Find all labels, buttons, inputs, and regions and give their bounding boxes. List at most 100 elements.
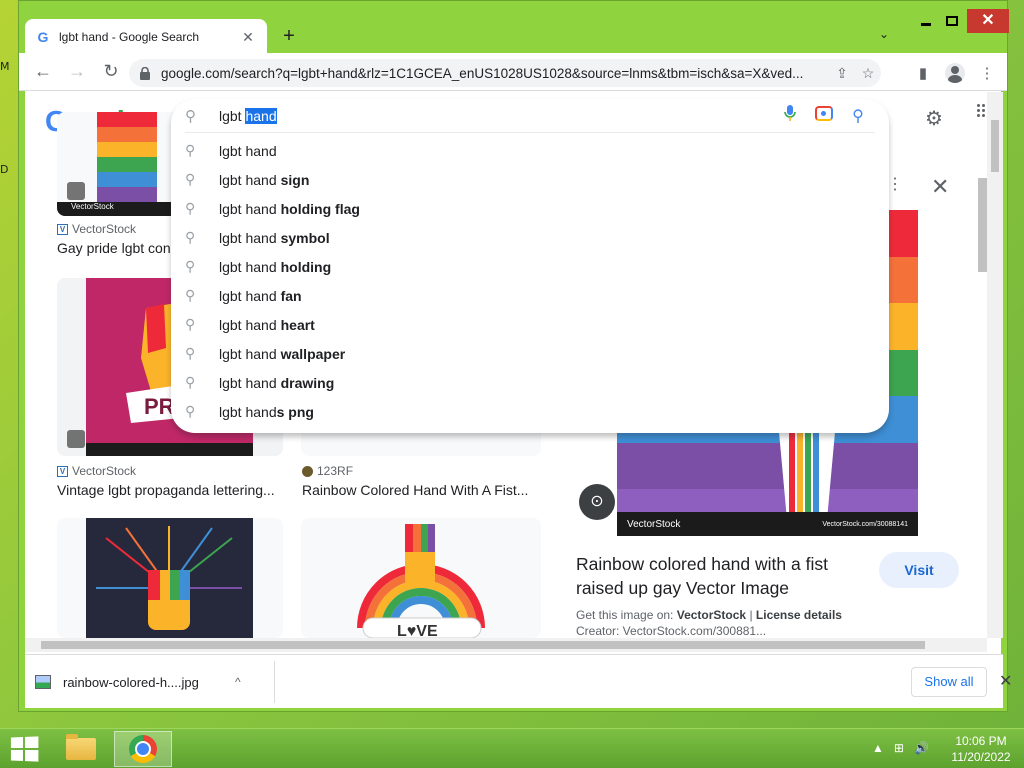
voice-search-mic-icon[interactable] — [773, 104, 807, 127]
result-thumbnail[interactable]: L♥VE — [301, 518, 541, 638]
lock-icon[interactable] — [139, 66, 151, 80]
settings-gear-icon[interactable]: ⚙ — [925, 106, 943, 131]
browser-menu-icon[interactable]: ⋮ — [973, 59, 1001, 87]
image-badge-icon — [67, 182, 85, 200]
result-title[interactable]: Rainbow Colored Hand With A Fist... — [302, 482, 534, 498]
preview-title[interactable]: Rainbow colored hand with a fist raised … — [576, 552, 856, 600]
result-source[interactable]: V VectorStock — [57, 222, 136, 236]
download-item[interactable]: rainbow-colored-h....jpg ^ — [35, 663, 255, 701]
google-lens-camera-icon[interactable] — [807, 106, 841, 125]
clock-date: 11/20/2022 — [951, 750, 1011, 764]
desktop-icon-label: M — [0, 60, 10, 73]
suggestion-item[interactable]: ⚲ lgbt hand wallpaper — [171, 339, 889, 368]
result-title[interactable]: Gay pride lgbt con — [57, 240, 173, 256]
tab-search-chevron-icon[interactable]: ⌄ — [879, 27, 889, 41]
search-input[interactable]: lgbt hand — [219, 107, 773, 124]
get-image-line: Get this image on: VectorStock | License… — [576, 608, 842, 622]
search-icon: ⚲ — [185, 316, 196, 332]
new-tab-button[interactable]: + — [277, 25, 301, 48]
minimize-button[interactable] — [917, 13, 937, 33]
license-details-link[interactable]: License details — [756, 608, 842, 622]
suggestion-base: lgbt hand — [219, 287, 277, 304]
close-preview-icon[interactable]: ✕ — [931, 174, 949, 200]
volume-icon[interactable]: 🔊 — [914, 741, 929, 755]
visit-button[interactable]: Visit — [879, 552, 959, 588]
suggestion-list: ⚲ lgbt hand ⚲ lgbt hand sign ⚲ lgbt hand hold… — [171, 133, 889, 426]
suggestion-item[interactable]: ⚲ lgbt hand sign — [171, 165, 889, 194]
chevron-up-icon[interactable]: ^ — [235, 675, 255, 689]
profile-button[interactable] — [941, 59, 969, 87]
image-badge-icon — [67, 430, 85, 448]
search-icon: ⚲ — [185, 287, 196, 303]
get-image-source[interactable]: VectorStock — [677, 608, 746, 622]
chrome-taskbar-button[interactable] — [114, 731, 172, 767]
suggestion-base: lgbt hand — [219, 200, 277, 217]
preview-watermark-strip: VectorStock VectorStock.com/30088141 — [617, 512, 918, 536]
suggestion-item[interactable]: ⚲ lgbt hand holding flag — [171, 194, 889, 223]
suggestion-item[interactable]: ⚲ lgbt hand — [171, 136, 889, 165]
fist-burst-illustration — [96, 526, 242, 630]
page-horizontal-scrollbar[interactable] — [25, 638, 987, 652]
search-suggestions-dropdown: ⚲ lgbt hand ⚲ ⚲ lgbt hand ⚲ lgbt hand sign … — [171, 99, 889, 433]
result-source-name: VectorStock — [72, 222, 137, 236]
result-source-name: 123RF — [317, 464, 354, 478]
result-source[interactable]: V VectorStock — [57, 464, 136, 478]
page-scrollbar-thumb[interactable] — [991, 120, 999, 172]
suggestion-item[interactable]: ⚲ lgbt hand fan — [171, 281, 889, 310]
horizontal-scrollbar-thumb[interactable] — [41, 641, 925, 649]
maximize-button[interactable] — [943, 13, 963, 33]
fist-burst-image — [86, 518, 253, 638]
tab-google-search[interactable]: G lgbt hand - Google Search ✕ — [25, 19, 267, 55]
suggestion-item[interactable]: ⚲ lgbt hand heart — [171, 310, 889, 339]
title-bar: G lgbt hand - Google Search ✕ + ⌄ ✕ — [19, 1, 1009, 55]
close-downloads-icon[interactable]: ✕ — [999, 671, 1012, 691]
suggestion-completion: holding — [280, 258, 332, 275]
show-hidden-icons-icon[interactable]: ▲ — [872, 741, 884, 755]
result-title[interactable]: Vintage lgbt propaganda lettering... — [57, 482, 277, 498]
back-arrow-icon[interactable]: ← — [27, 56, 59, 88]
share-icon[interactable]: ⇪ — [829, 65, 855, 82]
love-rainbow-illustration: L♥VE — [357, 524, 485, 638]
bookmark-star-icon[interactable]: ☆ — [855, 65, 881, 82]
show-all-button[interactable]: Show all — [911, 667, 987, 697]
rainbow-hand-image — [97, 112, 157, 202]
suggestion-completion: heart — [280, 316, 315, 333]
creator-text: Creator: VectorStock.com/300881... — [576, 624, 767, 638]
system-tray: ▲ ⊞ 🔊 — [872, 741, 929, 755]
watermark-left: VectorStock — [627, 518, 681, 530]
page-vertical-scrollbar[interactable] — [987, 92, 1003, 638]
search-box[interactable]: ⚲ lgbt hand ⚲ — [185, 99, 875, 133]
window-close-button[interactable]: ✕ — [967, 9, 1009, 33]
search-icon: ⚲ — [185, 229, 196, 245]
tab-close-icon[interactable]: ✕ — [239, 29, 257, 46]
search-submit-icon[interactable]: ⚲ — [841, 106, 875, 126]
system-clock[interactable]: 10:06 PM 11/20/2022 — [946, 733, 1016, 765]
love-text: L♥VE — [397, 623, 438, 638]
rainbow-stripes — [97, 112, 157, 202]
suggestion-item[interactable]: ⚲ lgbt hand holding — [171, 252, 889, 281]
windows-start-icon[interactable] — [10, 736, 39, 762]
search-icon: ⚲ — [185, 258, 196, 274]
suggestion-item[interactable]: ⚲ lgbt hand symbol — [171, 223, 889, 252]
side-panel-icon[interactable]: ▮ — [909, 59, 937, 87]
reload-icon[interactable]: ↻ — [95, 56, 127, 88]
chrome-icon — [129, 735, 157, 763]
suggestion-base: lgbt hand — [219, 345, 277, 362]
result-thumbnail[interactable] — [57, 518, 283, 638]
more-options-icon[interactable]: ⋮ — [887, 174, 903, 194]
suggestion-completion: sign — [280, 171, 310, 188]
google-lens-icon[interactable]: ⊙ — [579, 484, 615, 520]
suggestion-base: lgbt hand — [219, 229, 277, 246]
suggestion-completion: s png — [276, 403, 314, 420]
suggestion-item[interactable]: ⚲ lgbt hand drawing — [171, 368, 889, 397]
file-explorer-button[interactable] — [52, 731, 110, 767]
windows-taskbar: ▲ ⊞ 🔊 10:06 PM 11/20/2022 — [0, 728, 1024, 768]
forward-arrow-icon[interactable]: → — [61, 56, 93, 88]
address-bar[interactable]: google.com/search?q=lgbt+hand&rlz=1C1GCE… — [129, 59, 881, 87]
network-icon[interactable]: ⊞ — [894, 741, 904, 755]
preview-scrollbar-thumb[interactable] — [978, 178, 987, 272]
suggestion-item[interactable]: ⚲ lgbt hand s png — [171, 397, 889, 426]
query-selected-text: hand — [245, 107, 277, 124]
avatar-icon — [945, 63, 965, 83]
result-source[interactable]: 123RF — [302, 464, 353, 478]
